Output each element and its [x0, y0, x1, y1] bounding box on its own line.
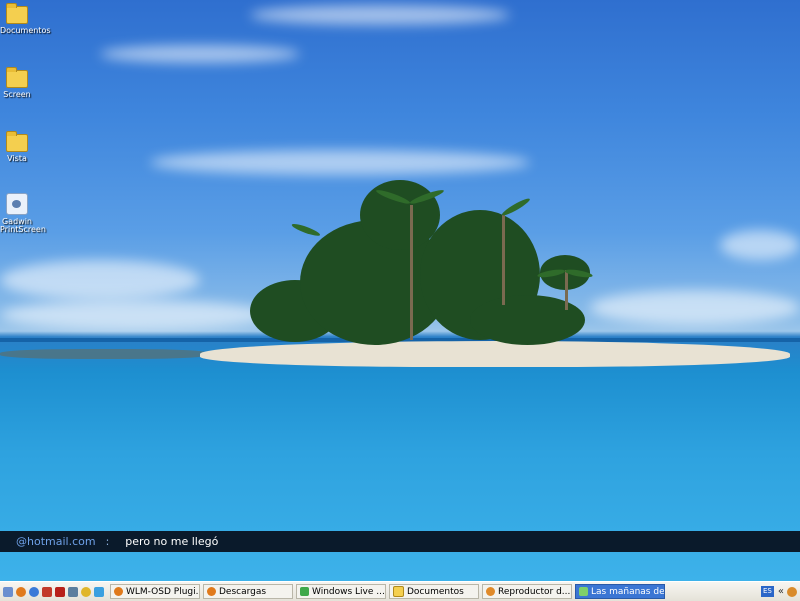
taskbar-button-reproductor[interactable]: Reproductor d... — [482, 584, 572, 599]
desktop-icon-label: Documentos — [0, 26, 51, 35]
taskbar-button-label: Reproductor d... — [498, 586, 571, 597]
notification-message: pero no me llegó — [125, 535, 219, 548]
palm-tree-foliage — [360, 180, 440, 250]
notification-sender: @hotmail.com — [16, 535, 96, 548]
messenger-notification-bar[interactable]: @hotmail.com : pero no me llegó — [0, 531, 800, 552]
palm-frond — [290, 221, 322, 238]
messenger-icon — [579, 587, 588, 596]
firefox-icon — [207, 587, 216, 596]
firefox-icon — [114, 587, 123, 596]
desktop-icon-screen[interactable]: Screen — [0, 67, 34, 99]
messenger-icon[interactable] — [94, 586, 104, 597]
firefox-icon[interactable] — [16, 586, 26, 597]
folder-icon — [6, 3, 28, 24]
ie-icon[interactable] — [29, 586, 39, 597]
wallpaper-cloud — [0, 260, 200, 300]
palm-trunk — [410, 205, 413, 340]
taskbar-button-descargas[interactable]: Descargas — [203, 584, 293, 599]
wallpaper-cloud — [100, 45, 300, 63]
printscreen-app-icon — [6, 193, 28, 215]
desktop-icon-gadwin-printscreen[interactable]: Gadwin PrintScreen — [0, 193, 46, 234]
desktop-icon[interactable] — [3, 586, 13, 597]
taskbar-button-windows-live[interactable]: Windows Live ... — [296, 584, 386, 599]
reef — [0, 349, 210, 359]
wallpaper-cloud — [590, 290, 800, 325]
taskbar-button-wlm-osd[interactable]: WLM-OSD Plugi... — [110, 584, 200, 599]
desktop-icon-label: Gadwin PrintScreen — [0, 217, 46, 234]
taskbar-button-label: Windows Live ... — [312, 586, 385, 597]
filezilla-icon[interactable] — [55, 586, 65, 597]
wallpaper-cloud — [150, 150, 530, 175]
media-icon[interactable] — [42, 586, 52, 597]
tray-expand-button[interactable]: « — [778, 586, 784, 597]
wallpaper-cloud — [0, 300, 270, 330]
folder-icon — [6, 131, 28, 152]
taskbar: WLM-OSD Plugi... Descargas Windows Live … — [0, 581, 800, 601]
taskbar-button-label: Descargas — [219, 586, 267, 597]
wallpaper-cloud — [720, 230, 800, 260]
taskbar-button-las-mananas[interactable]: Las mañanas de... — [575, 584, 665, 599]
media-player-icon — [486, 587, 495, 596]
palm-trunk — [502, 215, 505, 305]
desktop-wallpaper — [0, 0, 800, 581]
folder-icon — [6, 67, 28, 88]
language-indicator[interactable]: ES — [760, 586, 774, 597]
system-tray: ES « — [760, 583, 800, 600]
taskbar-button-documentos[interactable]: Documentos — [389, 584, 479, 599]
palm-trunk — [565, 270, 568, 310]
desktop-icon-label: Screen — [3, 90, 31, 99]
notification-separator: : — [105, 535, 110, 548]
taskbar-button-label: Documentos — [407, 586, 464, 597]
island-sand — [200, 341, 790, 367]
palm-frond — [500, 196, 532, 218]
tray-app-icon[interactable] — [787, 586, 797, 597]
chrome-icon[interactable] — [81, 586, 91, 597]
window-icon[interactable] — [68, 586, 78, 597]
desktop-icon-vista[interactable]: Vista — [0, 131, 34, 163]
folder-icon — [393, 586, 404, 597]
wallpaper-cloud — [250, 5, 510, 25]
messenger-icon — [300, 587, 309, 596]
desktop-icon-documentos[interactable]: Documentos — [0, 3, 51, 35]
desktop-icon-label: Vista — [7, 154, 27, 163]
taskbar-button-label: WLM-OSD Plugi... — [126, 586, 200, 597]
taskbar-button-label: Las mañanas de... — [591, 586, 665, 597]
